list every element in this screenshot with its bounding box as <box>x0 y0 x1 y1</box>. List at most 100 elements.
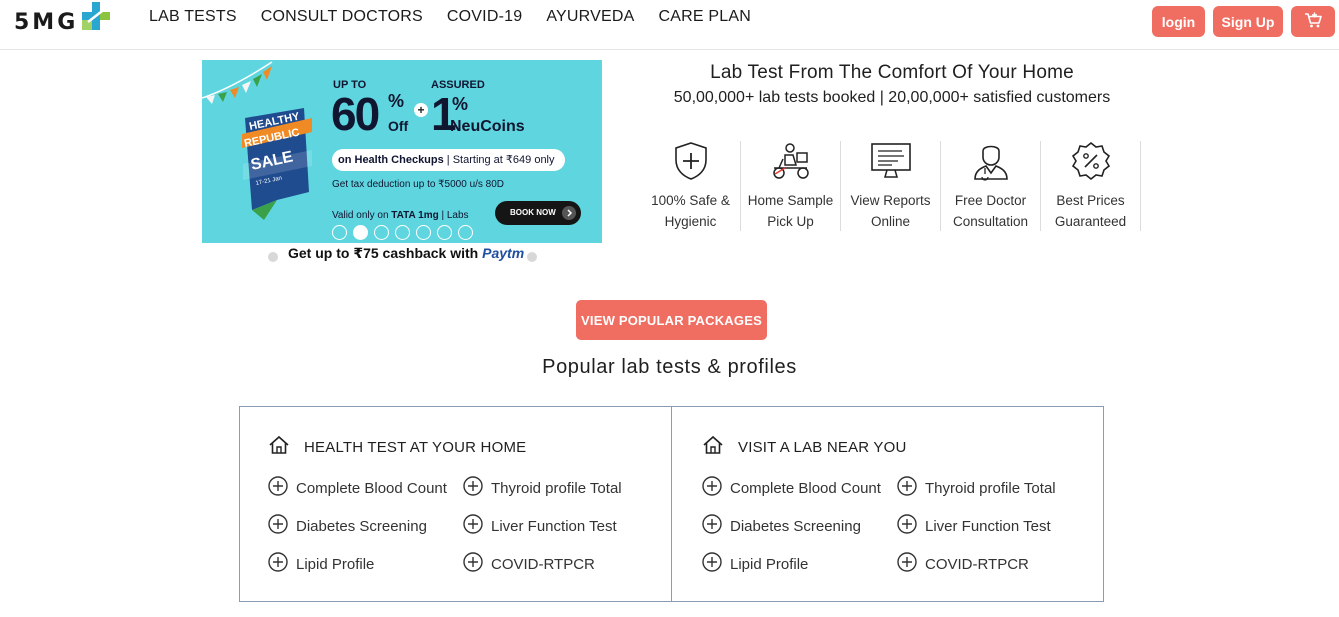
nav-consult-doctors[interactable]: CONSULT DOCTORS <box>261 8 423 26</box>
nav-covid-19[interactable]: COVID-19 <box>447 8 522 26</box>
banner-off: Off <box>388 118 409 134</box>
test-label: Liver Function Test <box>925 517 1051 535</box>
banner-valid-text: Valid only on TATA 1mg | Labs <box>332 210 469 221</box>
banner-book-now-button[interactable]: BOOK NOW <box>495 201 581 225</box>
banner-pill-rest: | Starting at ₹649 only <box>443 154 555 166</box>
top-navbar: 5MG LAB TESTS CONSULT DOCTORS COVID-19 A… <box>0 0 1339 50</box>
test-item-thyroid-profile-total[interactable]: Thyroid profile Total <box>897 475 1097 501</box>
test-item-complete-blood-count[interactable]: Complete Blood Count <box>268 475 463 501</box>
site-logo[interactable]: 5MG <box>14 1 114 40</box>
carousel-dot[interactable] <box>353 225 368 240</box>
signup-button[interactable]: Sign Up <box>1213 6 1283 37</box>
plus-circle-icon <box>897 551 917 577</box>
feature-free-doctor: Free Doctor Consultation <box>941 141 1041 231</box>
plus-circle-icon <box>463 475 483 501</box>
plus-circle-icon <box>702 513 722 539</box>
test-label: Lipid Profile <box>296 555 375 573</box>
test-list: Complete Blood Count Thyroid profile Tot… <box>702 475 1103 577</box>
plus-circle-icon <box>702 475 722 501</box>
feature-label: 100% Safe & Hygienic <box>651 193 730 229</box>
test-label: Complete Blood Count <box>730 479 881 497</box>
plus-circle-icon <box>463 551 483 577</box>
lab-visit-panel: VISIT A LAB NEAR YOU Complete Blood Coun… <box>671 407 1103 601</box>
banner-plus: + <box>414 103 428 117</box>
logo-cross-icon <box>80 0 114 39</box>
home-test-panel: HEALTH TEST AT YOUR HOME Complete Blood … <box>240 407 671 601</box>
panel-title: VISIT A LAB NEAR YOU <box>738 438 907 456</box>
plus-circle-icon <box>463 513 483 539</box>
plus-circle-icon <box>702 551 722 577</box>
test-label: COVID-RTPCR <box>925 555 1029 573</box>
banner-valid-prefix: Valid only on <box>332 210 392 221</box>
plus-circle-icon <box>268 475 288 501</box>
test-item-thyroid-profile-total[interactable]: Thyroid profile Total <box>463 475 663 501</box>
monitor-report-icon <box>841 141 940 187</box>
nav-lab-tests[interactable]: LAB TESTS <box>149 8 237 26</box>
plus-circle-icon <box>268 551 288 577</box>
carousel-dot[interactable] <box>416 225 431 240</box>
plus-circle-icon <box>897 513 917 539</box>
banner-valid-suffix: | Labs <box>438 210 469 221</box>
cart-icon <box>1304 12 1322 31</box>
banner-valid-brand: TATA 1mg <box>391 210 439 221</box>
panel-header: HEALTH TEST AT YOUR HOME <box>268 435 671 459</box>
feature-home-pickup: Home Sample Pick Up <box>741 141 841 231</box>
login-button[interactable]: login <box>1152 6 1205 37</box>
feature-label: Best Prices Guaranteed <box>1054 193 1127 229</box>
feature-label: Home Sample Pick Up <box>747 193 834 229</box>
carousel-dot[interactable] <box>374 225 389 240</box>
panel-header: VISIT A LAB NEAR YOU <box>702 435 1103 459</box>
banner-discount-value: 60 <box>331 88 380 140</box>
features-row: 100% Safe & Hygienic Home Sample Pick Up V… <box>641 141 1141 231</box>
panel-title: HEALTH TEST AT YOUR HOME <box>304 438 527 456</box>
feature-label: Free Doctor Consultation <box>952 193 1029 229</box>
sale-tag-graphic: HEALTHY REPUBLIC SALE 17-21 Jan <box>242 100 312 220</box>
test-item-liver-function-test[interactable]: Liver Function Test <box>897 513 1097 539</box>
carousel-dot[interactable] <box>458 225 473 240</box>
banner-pill-bold: on Health Checkups <box>338 154 444 166</box>
carousel-next-dot[interactable] <box>527 252 537 262</box>
test-item-complete-blood-count[interactable]: Complete Blood Count <box>702 475 897 501</box>
test-label: Diabetes Screening <box>296 517 427 535</box>
cart-button[interactable] <box>1291 6 1335 37</box>
test-label: Lipid Profile <box>730 555 809 573</box>
cashback-strip: Get up to ₹75 cashback with Paytm <box>202 243 602 262</box>
feature-label: View Reports Online <box>850 193 931 229</box>
nav-ayurveda[interactable]: AYURVEDA <box>546 8 634 26</box>
main-nav: LAB TESTS CONSULT DOCTORS COVID-19 AYURV… <box>149 8 751 26</box>
test-label: COVID-RTPCR <box>491 555 595 573</box>
home-icon <box>702 435 724 460</box>
shield-plus-icon <box>641 141 740 187</box>
test-item-diabetes-screening[interactable]: Diabetes Screening <box>268 513 463 539</box>
plus-circle-icon <box>897 475 917 501</box>
carousel-dot[interactable] <box>395 225 410 240</box>
test-item-lipid-profile[interactable]: Lipid Profile <box>702 551 897 577</box>
test-label: Liver Function Test <box>491 517 617 535</box>
promo-banner[interactable]: HEALTHY REPUBLIC SALE 17-21 Jan UP TO 60… <box>202 60 602 243</box>
test-item-liver-function-test[interactable]: Liver Function Test <box>463 513 663 539</box>
delivery-scooter-icon <box>741 141 840 187</box>
doctor-icon <box>941 141 1040 187</box>
book-now-label: BOOK NOW <box>510 208 556 217</box>
paytm-logo: Paytm <box>482 245 525 261</box>
view-popular-packages-button[interactable]: VIEW POPULAR PACKAGES <box>576 300 767 340</box>
carousel-dot[interactable] <box>332 225 347 240</box>
banner-neucoins: NeuCoins <box>450 118 525 135</box>
home-icon <box>268 435 290 460</box>
test-label: Thyroid profile Total <box>925 479 1056 497</box>
carousel-dot[interactable] <box>437 225 452 240</box>
plus-circle-icon <box>268 513 288 539</box>
cashback-text: Get up to ₹75 cashback with Paytm <box>288 245 524 262</box>
test-item-diabetes-screening[interactable]: Diabetes Screening <box>702 513 897 539</box>
info-subtitle: 50,00,000+ lab tests booked | 20,00,000+… <box>673 89 1111 106</box>
test-list: Complete Blood Count Thyroid profile Tot… <box>268 475 671 577</box>
test-item-covid-rtpcr[interactable]: COVID-RTPCR <box>463 551 663 577</box>
carousel-prev-dot[interactable] <box>268 252 278 262</box>
test-item-covid-rtpcr[interactable]: COVID-RTPCR <box>897 551 1097 577</box>
test-label: Complete Blood Count <box>296 479 447 497</box>
test-label: Thyroid profile Total <box>491 479 622 497</box>
info-title: Lab Test From The Comfort Of Your Home <box>710 62 1074 83</box>
test-item-lipid-profile[interactable]: Lipid Profile <box>268 551 463 577</box>
nav-care-plan[interactable]: CARE PLAN <box>658 8 751 26</box>
info-section: Lab Test From The Comfort Of Your Home 5… <box>642 62 1142 107</box>
